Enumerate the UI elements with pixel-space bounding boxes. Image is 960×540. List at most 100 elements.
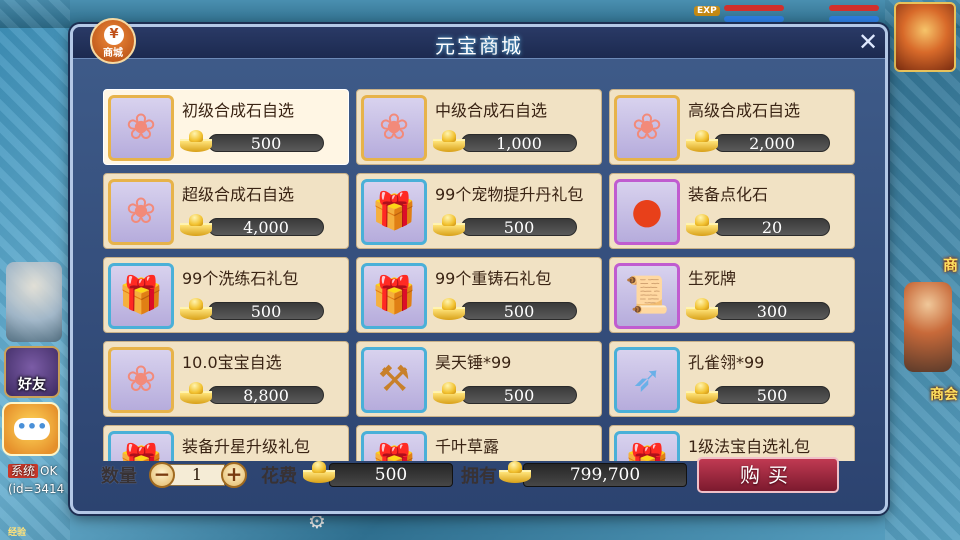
friends-button[interactable]: 好友	[4, 346, 60, 398]
item-name: 装备点化石	[688, 185, 769, 204]
quantity-field[interactable]: 1	[169, 464, 225, 486]
owned-balance-field: 799,700	[523, 463, 687, 487]
item-card[interactable]: 🎁 99个宠物提升丹礼包 500	[356, 173, 602, 249]
bag-icon: ❀	[108, 179, 174, 245]
gold-ingot-icon	[433, 128, 465, 154]
purchase-bar: 数量 1 − + 花费 500 拥有 799,700 购买	[73, 451, 885, 511]
price-bar: 4,000	[208, 218, 324, 237]
price-bar: 500	[461, 218, 577, 237]
quantity-plus-button[interactable]: +	[221, 462, 247, 488]
item-card[interactable]: ● 装备点化石 20	[609, 173, 855, 249]
price-bar: 300	[714, 302, 830, 321]
npc-portrait	[6, 262, 62, 342]
system-message: 系统 OK	[8, 462, 57, 479]
gold-ingot-icon	[686, 380, 718, 406]
item-name: 99个宠物提升丹礼包	[435, 185, 584, 204]
hp-bar	[724, 5, 784, 11]
item-card[interactable]: 📜 生死牌 300	[609, 257, 855, 333]
item-grid: ❀ 初级合成石自选 500 ❀ 中级合成石自选 1,000 ❀ 高级合成石自选 2,000 ❀ 超级…	[103, 89, 863, 461]
close-icon[interactable]: ✕	[855, 30, 881, 55]
item-card[interactable]: ➶ 孔雀翎*99 500	[609, 341, 855, 417]
item-card[interactable]: ⚒ 昊天锤*99 500	[356, 341, 602, 417]
shop-side-label[interactable]: 商	[943, 254, 958, 275]
item-glyph: ❀	[125, 359, 157, 400]
gold-ingot-icon	[180, 212, 212, 238]
gift-box-icon: 🎁	[108, 263, 174, 329]
quantity-minus-button[interactable]: −	[149, 462, 175, 488]
mp-bar	[724, 16, 784, 22]
item-card[interactable]: ❀ 中级合成石自选 1,000	[356, 89, 602, 165]
item-card[interactable]: ❀ 初级合成石自选 500	[103, 89, 349, 165]
gold-ingot-icon	[433, 212, 465, 238]
bag-icon: ❀	[108, 95, 174, 161]
guild-label[interactable]: 商会	[930, 384, 958, 404]
item-price: 500	[503, 218, 535, 237]
chat-bubble-icon: •••	[14, 418, 50, 440]
item-name: 99个重铸石礼包	[435, 269, 552, 288]
gold-ingot-icon	[180, 128, 212, 154]
total-cost-field: 500	[329, 463, 453, 487]
item-glyph: ➶	[631, 359, 663, 400]
item-card[interactable]: ❀ 超级合成石自选 4,000	[103, 173, 349, 249]
item-glyph: ❀	[125, 191, 157, 232]
price-bar: 8,800	[208, 386, 324, 405]
item-card[interactable]: 🎁 99个洗练石礼包 500	[103, 257, 349, 333]
gold-ingot-icon	[686, 212, 718, 238]
buy-button[interactable]: 购买	[697, 457, 839, 493]
gold-ingot-icon	[180, 380, 212, 406]
pet-mp-bar	[829, 16, 879, 22]
item-glyph: ❀	[378, 107, 410, 148]
item-name: 高级合成石自选	[688, 101, 801, 120]
item-name: 中级合成石自选	[435, 101, 548, 120]
gold-ingot-icon	[433, 380, 465, 406]
item-glyph: 📜	[624, 275, 670, 316]
item-card[interactable]: ❀ 高级合成石自选 2,000	[609, 89, 855, 165]
item-card[interactable]: 🎁 99个重铸石礼包 500	[356, 257, 602, 333]
item-price: 1,000	[496, 134, 542, 153]
item-price: 500	[250, 302, 282, 321]
item-price: 500	[756, 386, 788, 405]
item-name: 10.0宝宝自选	[182, 353, 282, 372]
gold-ingot-icon	[433, 296, 465, 322]
item-price: 20	[761, 218, 783, 237]
price-bar: 500	[208, 134, 324, 153]
item-glyph: ●	[631, 191, 663, 232]
gold-ingot-icon	[686, 128, 718, 154]
item-list[interactable]: ❀ 初级合成石自选 500 ❀ 中级合成石自选 1,000 ❀ 高级合成石自选 2,000 ❀ 超级…	[103, 89, 863, 461]
gift-box-icon: 🎁	[361, 263, 427, 329]
item-name: 昊天锤*99	[435, 353, 512, 372]
title-bar: 元宝商城 ✕	[73, 27, 885, 59]
item-glyph: 🎁	[371, 275, 417, 316]
price-bar: 500	[714, 386, 830, 405]
item-name: 初级合成石自选	[182, 101, 295, 120]
player-id: (id=3414	[8, 482, 65, 496]
cost-label: 花费	[261, 466, 297, 487]
item-card[interactable]: ❀ 10.0宝宝自选 8,800	[103, 341, 349, 417]
item-glyph: 🎁	[371, 191, 417, 232]
price-bar: 1,000	[461, 134, 577, 153]
shop-badge-label: 商城	[103, 48, 123, 59]
player-avatar[interactable]	[894, 2, 956, 72]
item-name: 孔雀翎*99	[688, 353, 765, 372]
item-price: 500	[250, 134, 282, 153]
item-glyph: 🎁	[118, 275, 164, 316]
gold-ingot-icon	[686, 296, 718, 322]
exp-tag: EXP	[694, 6, 720, 16]
scroll-icon: 📜	[614, 263, 680, 329]
item-glyph: ⚒	[377, 359, 411, 400]
item-price: 4,000	[243, 218, 289, 237]
gift-box-icon: 🎁	[361, 179, 427, 245]
item-name: 生死牌	[688, 269, 737, 288]
gold-ingot-icon	[180, 296, 212, 322]
price-bar: 500	[461, 302, 577, 321]
pet-hp-bar	[829, 5, 879, 11]
feather-icon: ➶	[614, 347, 680, 413]
npc-merchant[interactable]	[904, 282, 952, 372]
quantity-label: 数量	[101, 466, 137, 487]
chat-button[interactable]: •••	[2, 402, 60, 456]
item-name: 99个洗练石礼包	[182, 269, 299, 288]
friends-label: 好友	[18, 377, 46, 393]
system-tag: 系统	[8, 464, 39, 478]
fire-orb-icon: ●	[614, 179, 680, 245]
system-text: OK	[40, 464, 58, 478]
